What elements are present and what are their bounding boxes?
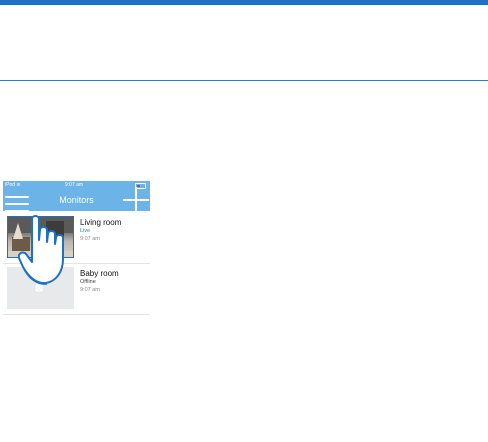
monitor-time: 9:07 am [80, 287, 100, 293]
tap-hand-icon [18, 215, 64, 285]
monitor-name: Living room [80, 218, 122, 227]
monitor-status: Offline [80, 279, 96, 285]
page: iPod ≋ 9:07 am Monitors Living room Live… [0, 0, 488, 442]
section-divider [0, 80, 488, 81]
navigation-bar: iPod ≋ 9:07 am Monitors [3, 181, 150, 213]
carrier-text: iPod [5, 182, 16, 188]
status-time: 9:07 am [65, 182, 84, 188]
top-rule [0, 0, 488, 5]
add-icon-vertical [135, 187, 137, 213]
carrier-label: iPod ≋ [5, 181, 21, 190]
wifi-icon: ≋ [16, 182, 21, 188]
add-monitor-button[interactable] [123, 187, 149, 213]
menu-icon-line-3 [5, 210, 29, 212]
monitor-time: 9:07 am [80, 236, 100, 242]
monitor-name: Baby room [80, 269, 119, 278]
monitor-status: Live [80, 228, 91, 234]
